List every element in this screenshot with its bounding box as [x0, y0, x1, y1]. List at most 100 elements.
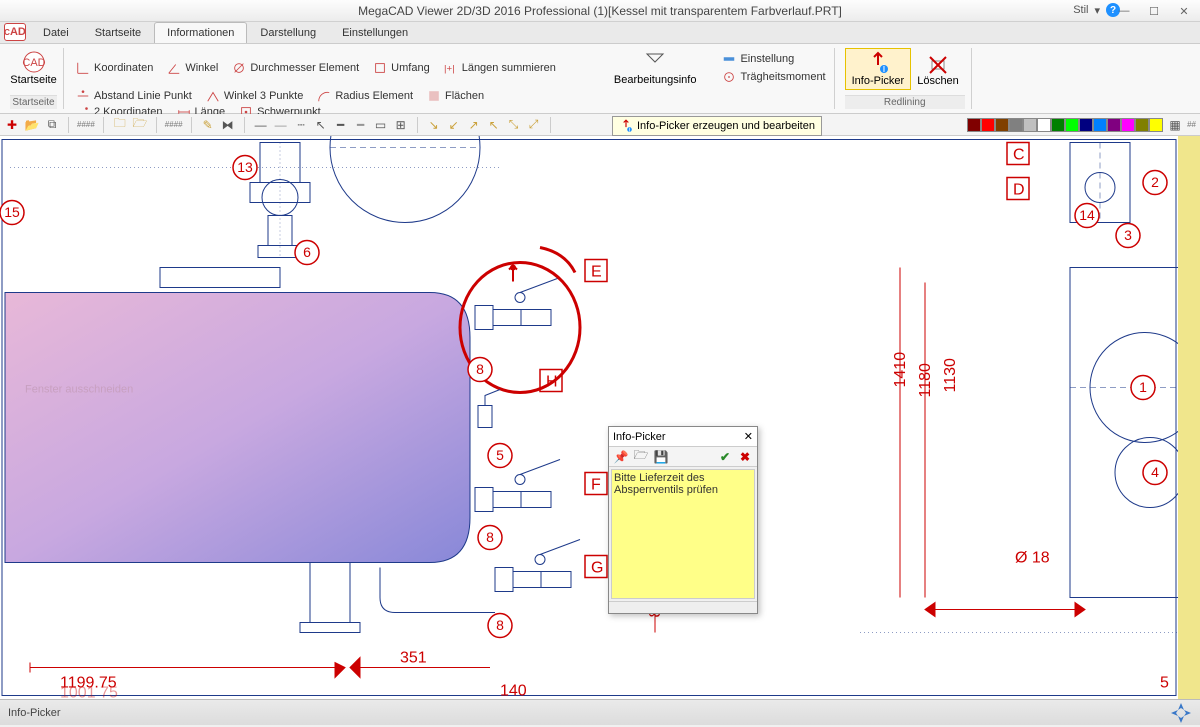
color-swatch[interactable] — [1051, 118, 1065, 132]
tool-brush[interactable]: ⧓ — [220, 117, 236, 133]
tool-line2[interactable]: — — [273, 117, 289, 133]
tab-einstellungen[interactable]: Einstellungen — [329, 22, 421, 43]
popup-save-icon[interactable]: 💾 — [653, 449, 669, 465]
ribbon-flaechen[interactable]: Flächen — [425, 88, 486, 104]
drawing-canvas[interactable]: Baugruppen einfügen 1 3 6 15 — [0, 136, 1200, 699]
tool-ar2[interactable]: ↙ — [446, 117, 462, 133]
popup-note-area[interactable]: Bitte Lieferzeit des Absperrventils prüf… — [611, 469, 755, 599]
color-swatch[interactable] — [995, 118, 1009, 132]
tool-more-colors[interactable]: ▦ — [1167, 117, 1183, 133]
tool-folder-out[interactable]: 🗁 — [132, 117, 148, 133]
style-label[interactable]: Stil — [1073, 4, 1088, 16]
tool-grid[interactable]: ⊞ — [393, 117, 409, 133]
svg-text:C: C — [1013, 147, 1025, 164]
popup-pin-icon[interactable]: 📌 — [613, 449, 629, 465]
sidebar-baugruppen[interactable]: Baugruppen einfügen — [1178, 136, 1200, 699]
tab-darstellung[interactable]: Darstellung — [247, 22, 329, 43]
popup-cancel-button[interactable]: ✖ — [737, 449, 753, 465]
tool-open[interactable]: 📂 — [24, 117, 40, 133]
ribbon-loeschen[interactable]: Löschen — [911, 48, 965, 90]
ribbon-durchmesser[interactable]: Durchmesser Element — [230, 60, 361, 76]
svg-text:F: F — [591, 477, 601, 494]
svg-text:4: 4 — [1151, 464, 1159, 480]
color-swatch[interactable] — [1135, 118, 1149, 132]
ribbon: CAD Startseite Startseite Koordinaten Wi… — [0, 44, 1200, 114]
color-swatch[interactable] — [1121, 118, 1135, 132]
color-swatch[interactable] — [1037, 118, 1051, 132]
popup-title: Info-Picker — [613, 431, 666, 443]
tool-line3[interactable]: ┄ — [293, 117, 309, 133]
color-swatch[interactable] — [1107, 118, 1121, 132]
tool-ar5[interactable]: ⤡ — [506, 117, 522, 133]
info-picker-popup[interactable]: Info-Picker ✕ 📌 🗁 💾 ✔ ✖ Bitte Lieferzeit… — [608, 426, 758, 614]
svg-text:8: 8 — [496, 617, 504, 633]
toolbar: ✚ 📂 ⧉ #### 🗀 🗁 #### ✎ ⧓ — — ┄ ↖ ━ ━ ▭ ⊞ … — [0, 114, 1200, 136]
ribbon-einstellung[interactable]: Einstellung — [720, 51, 827, 67]
app-icon[interactable]: CAD — [4, 23, 26, 41]
svg-text:1130: 1130 — [942, 358, 959, 393]
tool-line4[interactable]: ━ — [333, 117, 349, 133]
color-swatch[interactable] — [1149, 118, 1163, 132]
popup-confirm-button[interactable]: ✔ — [717, 449, 733, 465]
ribbon-radius[interactable]: Radius Element — [315, 88, 415, 104]
svg-text:1: 1 — [1139, 379, 1147, 395]
ribbon-startseite[interactable]: CAD Startseite — [10, 48, 57, 88]
svg-text:1001 75: 1001 75 — [60, 685, 118, 700]
svg-text:G: G — [591, 560, 603, 577]
tab-informationen[interactable]: Informationen — [154, 22, 247, 43]
color-swatch[interactable] — [1093, 118, 1107, 132]
ribbon-traegheit[interactable]: Trägheitsmoment — [720, 69, 827, 85]
tool-select[interactable]: ▭ — [373, 117, 389, 133]
ribbon-winkel-3p[interactable]: Winkel 3 Punkte — [204, 88, 305, 104]
tool-ar4[interactable]: ↖ — [486, 117, 502, 133]
status-text: Info-Picker — [8, 707, 61, 719]
ribbon-umfang[interactable]: Umfang — [371, 60, 432, 76]
color-palette — [967, 118, 1163, 132]
popup-scrollbar[interactable] — [609, 601, 757, 613]
tool-ar3[interactable]: ↗ — [466, 117, 482, 133]
ribbon-info-picker[interactable]: i Info-Picker — [845, 48, 912, 90]
hash-1: #### — [77, 120, 95, 129]
color-swatch[interactable] — [1023, 118, 1037, 132]
svg-text:140: 140 — [500, 683, 527, 700]
titlebar: MegaCAD Viewer 2D/3D 2016 Professional (… — [0, 0, 1200, 22]
ribbon-abstand-linie-punkt[interactable]: Abstand Linie Punkt — [74, 88, 194, 104]
popup-open-icon[interactable]: 🗁 — [633, 449, 649, 465]
maximize-button[interactable]: ☐ — [1142, 3, 1166, 19]
color-swatch[interactable] — [1065, 118, 1079, 132]
tool-folder-in[interactable]: 🗀 — [112, 117, 128, 133]
svg-text:Ø 18: Ø 18 — [1015, 550, 1050, 567]
tool-ar1[interactable]: ↘ — [426, 117, 442, 133]
svg-text:CAD: CAD — [22, 57, 45, 69]
popup-close-button[interactable]: ✕ — [744, 430, 753, 443]
color-swatch[interactable] — [1079, 118, 1093, 132]
svg-text:2: 2 — [1151, 174, 1159, 190]
ribbon-koordinaten[interactable]: Koordinaten — [74, 60, 155, 76]
tool-cursor[interactable]: ↖ — [313, 117, 329, 133]
tool-pencil[interactable]: ✎ — [200, 117, 216, 133]
tool-line1[interactable]: — — [253, 117, 269, 133]
ribbon-laengen-summieren[interactable]: |+|Längen summieren — [442, 60, 558, 76]
tool-copy[interactable]: ⧉ — [44, 117, 60, 133]
tool-line5[interactable]: ━ — [353, 117, 369, 133]
tooltip-info-picker: i Info-Picker erzeugen und bearbeiten — [612, 116, 822, 136]
tab-datei[interactable]: Datei — [30, 22, 82, 43]
color-swatch[interactable] — [967, 118, 981, 132]
ribbon-winkel[interactable]: Winkel — [165, 60, 220, 76]
tool-ar6[interactable]: ⤢ — [526, 117, 542, 133]
color-swatch[interactable] — [981, 118, 995, 132]
close-button[interactable]: ✕ — [1172, 3, 1196, 19]
cad-drawing: 13 6 15 Fenster ausschneiden — [0, 136, 1178, 699]
tab-startseite[interactable]: Startseite — [82, 22, 154, 43]
color-swatch[interactable] — [1009, 118, 1023, 132]
svg-text:8: 8 — [486, 529, 494, 545]
tool-red-plus[interactable]: ✚ — [4, 117, 20, 133]
ribbon-group-startseite-label: Startseite — [10, 95, 57, 109]
nav-compass-icon[interactable] — [1170, 702, 1192, 724]
svg-text:6: 6 — [303, 244, 311, 260]
svg-text:3: 3 — [1124, 227, 1132, 243]
svg-text:D: D — [1013, 182, 1025, 199]
minimize-button[interactable]: — — [1112, 3, 1136, 19]
svg-text:15: 15 — [4, 204, 20, 220]
ribbon-bearbeitungsinfo[interactable]: Bearbeitungsinfo — [608, 48, 703, 88]
